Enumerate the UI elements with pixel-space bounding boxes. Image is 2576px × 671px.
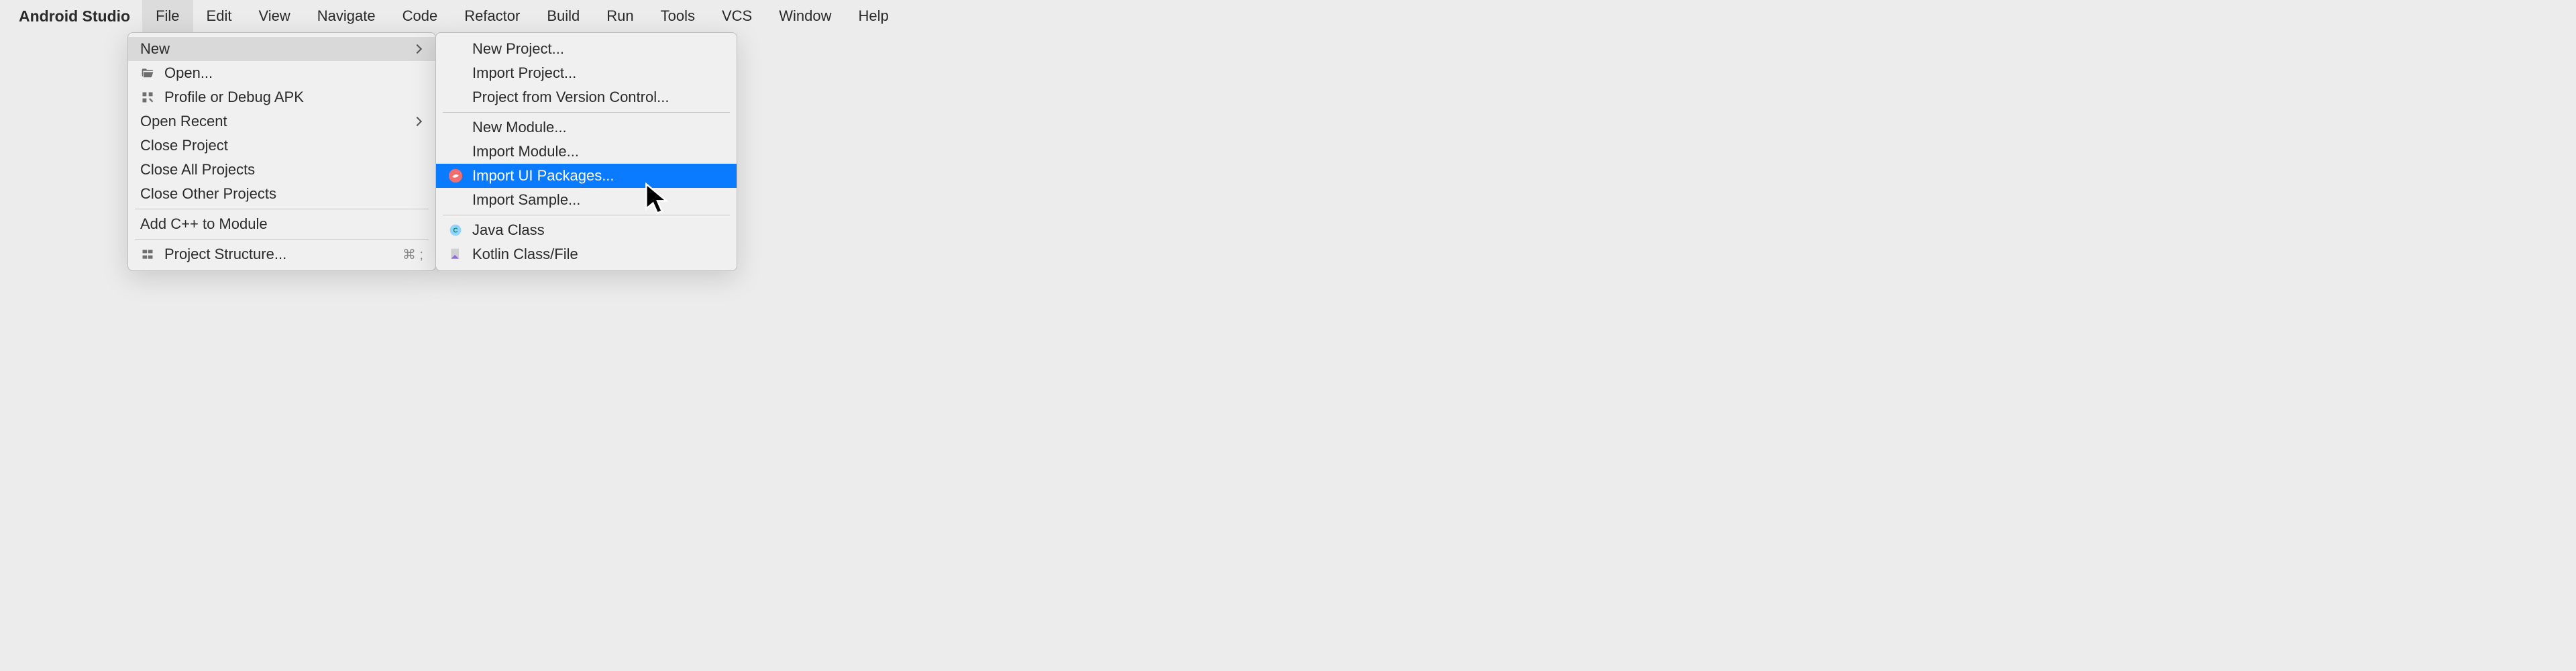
- menu-label: Run: [606, 7, 633, 25]
- file-open-recent[interactable]: Open Recent: [128, 109, 435, 134]
- label: Import Module...: [472, 143, 724, 160]
- from-version-control[interactable]: Project from Version Control...: [436, 85, 737, 109]
- separator: [443, 112, 730, 113]
- label: New Module...: [472, 119, 724, 136]
- relay-icon: [448, 168, 463, 183]
- menu-refactor[interactable]: Refactor: [451, 0, 533, 32]
- label: Open...: [164, 64, 423, 82]
- app-name: Android Studio: [7, 7, 142, 25]
- menu-label: Window: [779, 7, 831, 25]
- menu-edit[interactable]: Edit: [193, 0, 246, 32]
- file-close-all[interactable]: Close All Projects: [128, 158, 435, 182]
- menu-build[interactable]: Build: [533, 0, 593, 32]
- new-module[interactable]: New Module...: [436, 115, 737, 140]
- new-project[interactable]: New Project...: [436, 37, 737, 61]
- menu-view[interactable]: View: [245, 0, 303, 32]
- file-menu-dropdown: New Open... Profile or Debug APK Open Re…: [127, 32, 436, 271]
- menu-label: Help: [858, 7, 888, 25]
- separator: [135, 239, 429, 240]
- file-new[interactable]: New: [128, 37, 435, 61]
- menu-tools[interactable]: Tools: [647, 0, 708, 32]
- menu-label: Navigate: [317, 7, 376, 25]
- new-submenu-dropdown: New Project... Import Project... Project…: [435, 32, 737, 271]
- profile-apk-icon: [140, 90, 155, 105]
- file-add-cpp[interactable]: Add C++ to Module: [128, 212, 435, 236]
- menu-label: Tools: [661, 7, 695, 25]
- svg-text:C: C: [453, 227, 458, 234]
- label: New: [140, 40, 414, 58]
- file-open[interactable]: Open...: [128, 61, 435, 85]
- folder-open-icon: [140, 66, 155, 81]
- chevron-right-icon: [413, 117, 422, 126]
- new-java-class[interactable]: C Java Class: [436, 218, 737, 242]
- label: Add C++ to Module: [140, 215, 423, 233]
- menu-label: Build: [547, 7, 580, 25]
- kotlin-file-icon: [448, 247, 463, 262]
- import-ui-packages[interactable]: Import UI Packages...: [436, 164, 737, 188]
- label: Import UI Packages...: [472, 167, 724, 185]
- menu-label: View: [258, 7, 290, 25]
- label: Import Sample...: [472, 191, 724, 209]
- label: Project Structure...: [164, 246, 402, 263]
- file-project-structure[interactable]: Project Structure... ⌘ ;: [128, 242, 435, 266]
- menu-run[interactable]: Run: [593, 0, 647, 32]
- menu-label: VCS: [722, 7, 752, 25]
- label: Open Recent: [140, 113, 414, 130]
- chevron-right-icon: [413, 44, 422, 54]
- new-kotlin-class[interactable]: Kotlin Class/File: [436, 242, 737, 266]
- label: Close All Projects: [140, 161, 423, 178]
- menubar: Android Studio File Edit View Navigate C…: [0, 0, 2576, 32]
- menu-code[interactable]: Code: [389, 0, 451, 32]
- label: New Project...: [472, 40, 724, 58]
- menu-help[interactable]: Help: [845, 0, 902, 32]
- file-close-other[interactable]: Close Other Projects: [128, 182, 435, 206]
- label: Close Other Projects: [140, 185, 423, 203]
- import-project[interactable]: Import Project...: [436, 61, 737, 85]
- menu-label: File: [156, 7, 179, 25]
- menu-file[interactable]: File: [142, 0, 193, 32]
- menu-label: Code: [402, 7, 438, 25]
- label: Java Class: [472, 221, 724, 239]
- java-class-icon: C: [448, 223, 463, 238]
- import-sample[interactable]: Import Sample...: [436, 188, 737, 212]
- shortcut: ⌘ ;: [402, 246, 423, 263]
- menu-label: Refactor: [464, 7, 520, 25]
- label: Kotlin Class/File: [472, 246, 724, 263]
- file-profile-apk[interactable]: Profile or Debug APK: [128, 85, 435, 109]
- label: Import Project...: [472, 64, 724, 82]
- label: Close Project: [140, 137, 423, 154]
- label: Project from Version Control...: [472, 89, 724, 106]
- menu-label: Edit: [207, 7, 232, 25]
- menu-window[interactable]: Window: [765, 0, 845, 32]
- menu-vcs[interactable]: VCS: [708, 0, 765, 32]
- import-module[interactable]: Import Module...: [436, 140, 737, 164]
- label: Profile or Debug APK: [164, 89, 423, 106]
- project-structure-icon: [140, 247, 155, 262]
- menu-navigate[interactable]: Navigate: [304, 0, 389, 32]
- file-close-project[interactable]: Close Project: [128, 134, 435, 158]
